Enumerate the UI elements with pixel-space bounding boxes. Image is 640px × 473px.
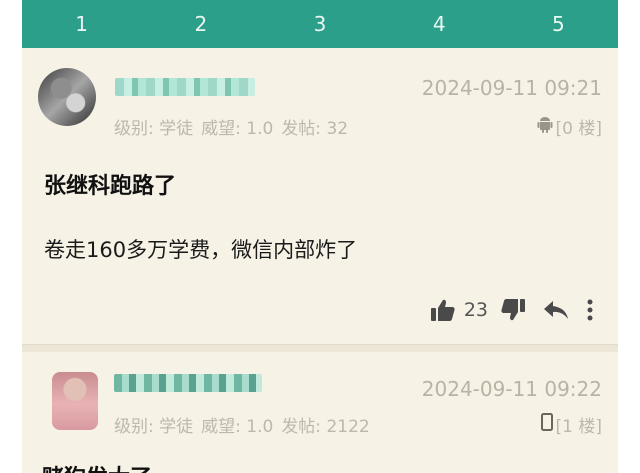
phone-icon: [540, 413, 553, 436]
username-blurred[interactable]: [114, 374, 262, 392]
avatar[interactable]: [52, 372, 98, 430]
post-divider: [22, 344, 618, 352]
user-prestige: 威望: 1.0: [201, 417, 274, 437]
user-meta: 级别: 学徒 威望: 1.0 发帖: 32: [114, 114, 348, 139]
thread-view: 1 2 3 4 5 2024-09-11 09:21 级别: 学徒 威望: 1.…: [22, 0, 618, 473]
like-count: 23: [463, 299, 488, 321]
post-body: 卷走160多万学费，微信内部炸了: [44, 238, 358, 262]
user-level: 级别: 学徒: [114, 417, 194, 437]
floor-number: [1 楼]: [555, 417, 602, 437]
avatar[interactable]: [38, 68, 96, 126]
user-level: 级别: 学徒: [114, 119, 194, 139]
page-tab-2[interactable]: 2: [141, 0, 260, 48]
username-blurred[interactable]: [115, 78, 255, 96]
page-tab-4[interactable]: 4: [380, 0, 499, 48]
post-actions: 23: [430, 298, 594, 322]
user-prestige: 威望: 1.0: [201, 119, 274, 139]
user-post-count: 发帖: 2122: [281, 417, 370, 437]
post-title: 张继科跑路了: [44, 174, 177, 199]
user-post-count: 发帖: 32: [281, 119, 349, 139]
floor-label: [0 楼]: [537, 114, 602, 139]
post-body: 赌狗发大了: [42, 460, 152, 473]
post-date: 2024-09-11 09:22: [421, 377, 602, 401]
page-tab-1[interactable]: 1: [22, 0, 141, 48]
floor-label: [1 楼]: [540, 412, 602, 437]
page-tab-5[interactable]: 5: [499, 0, 618, 48]
post-floor-1: 2024-09-11 09:22 级别: 学徒 威望: 1.0 发帖: 2122…: [22, 352, 618, 473]
page-tab-bar: 1 2 3 4 5: [22, 0, 618, 48]
like-icon[interactable]: [430, 298, 456, 322]
more-options-icon[interactable]: [586, 298, 594, 322]
android-icon: [537, 115, 553, 138]
page-tab-3[interactable]: 3: [260, 0, 379, 48]
user-meta: 级别: 学徒 威望: 1.0 发帖: 2122: [114, 412, 370, 437]
floor-number: [0 楼]: [555, 119, 602, 139]
post-date: 2024-09-11 09:21: [421, 76, 602, 100]
dislike-icon[interactable]: [500, 298, 526, 322]
post-floor-0: 2024-09-11 09:21 级别: 学徒 威望: 1.0 发帖: 32 […: [22, 48, 618, 344]
reply-icon[interactable]: [542, 299, 570, 321]
